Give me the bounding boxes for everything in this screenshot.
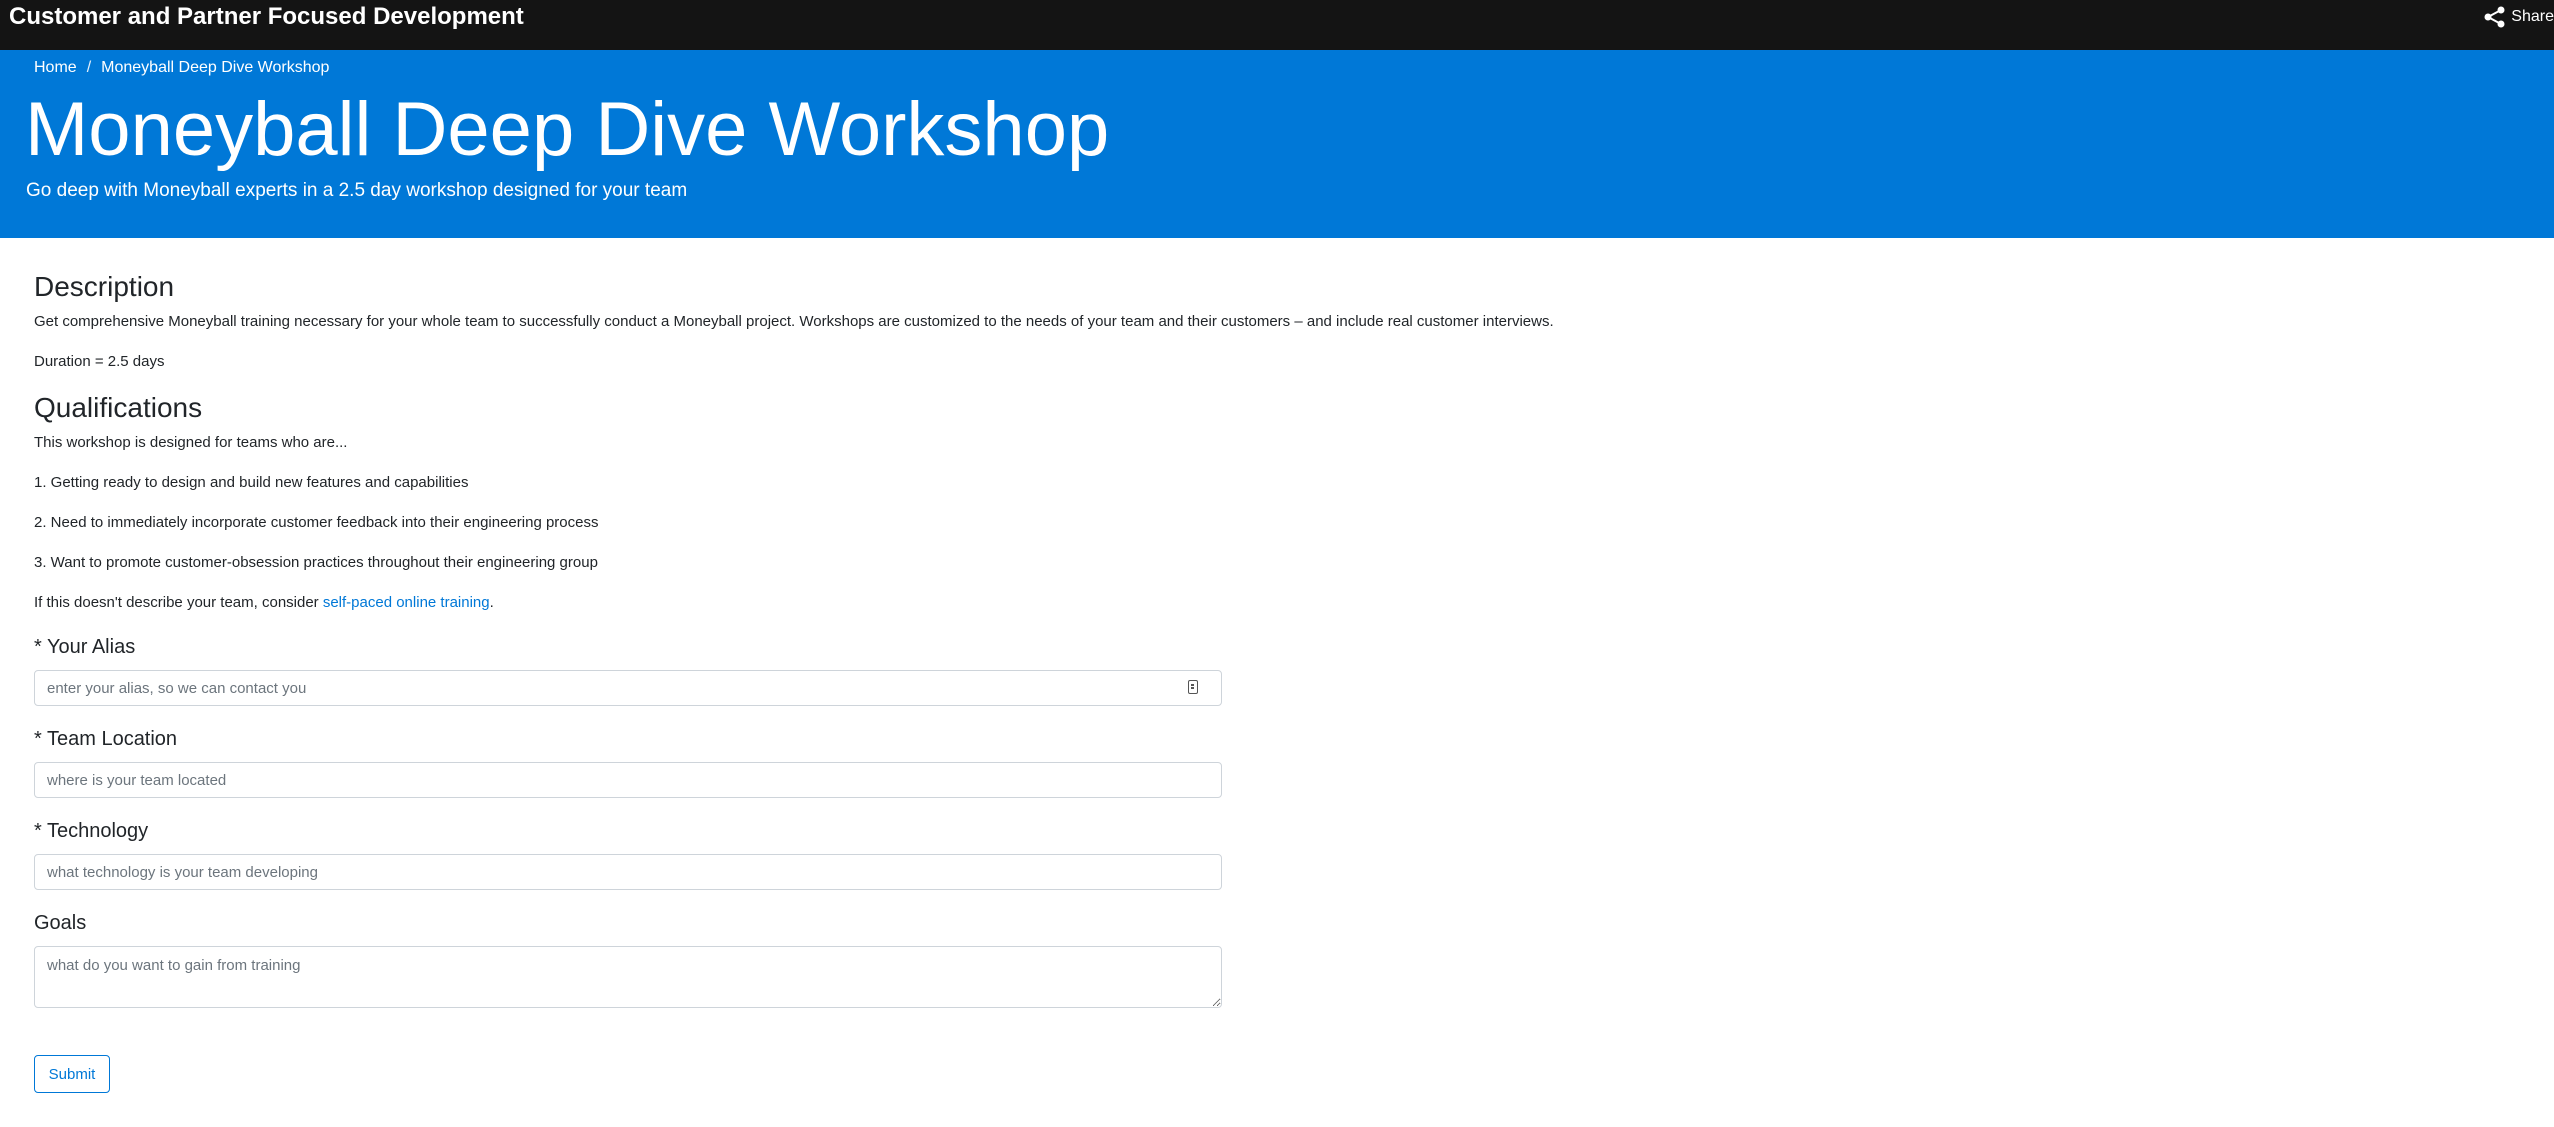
top-navbar: Customer and Partner Focused Development…: [0, 0, 2554, 50]
alternative-prefix: If this doesn't describe your team, cons…: [34, 594, 323, 611]
alias-input[interactable]: [34, 670, 1222, 706]
self-paced-training-link[interactable]: self-paced online training: [323, 594, 490, 611]
page-subtitle: Go deep with Moneyball experts in a 2.5 …: [26, 180, 688, 201]
breadcrumb: Home / Moneyball Deep Dive Workshop: [34, 59, 329, 77]
goals-textarea[interactable]: [34, 946, 1222, 1008]
qualifications-heading: Qualifications: [34, 392, 203, 423]
description-heading: Description: [34, 271, 175, 302]
share-icon: [2483, 6, 2507, 28]
autofill-icon[interactable]: [1188, 680, 1198, 694]
goals-label: Goals: [34, 912, 87, 934]
breadcrumb-home-link[interactable]: Home: [34, 59, 77, 77]
page-title: Moneyball Deep Dive Workshop: [25, 87, 1110, 172]
alias-field-wrapper: [34, 670, 1222, 706]
breadcrumb-separator: /: [86, 59, 92, 76]
hero-banner: Home / Moneyball Deep Dive Workshop Mone…: [0, 50, 2554, 238]
alternative-note: If this doesn't describe your team, cons…: [34, 594, 494, 612]
qualification-item: 2. Need to immediately incorporate custo…: [34, 514, 599, 531]
share-label: Share: [2511, 8, 2554, 25]
breadcrumb-current[interactable]: Moneyball Deep Dive Workshop: [101, 59, 329, 77]
qualifications-intro: This workshop is designed for teams who …: [34, 434, 348, 451]
description-text: Get comprehensive Moneyball training nec…: [34, 313, 1554, 330]
team-location-input[interactable]: [34, 762, 1222, 798]
team-location-label: * Team Location: [34, 728, 178, 750]
technology-input[interactable]: [34, 854, 1222, 890]
qualification-item: 1. Getting ready to design and build new…: [34, 474, 469, 491]
qualification-item: 3. Want to promote customer-obsession pr…: [34, 554, 598, 571]
duration-text: Duration = 2.5 days: [34, 353, 165, 370]
site-title[interactable]: Customer and Partner Focused Development: [9, 3, 524, 31]
alias-label: * Your Alias: [34, 636, 136, 658]
submit-button[interactable]: Submit: [34, 1055, 110, 1093]
alternative-suffix: .: [489, 594, 494, 611]
technology-label: * Technology: [34, 820, 149, 842]
share-button[interactable]: Share: [2483, 6, 2554, 28]
